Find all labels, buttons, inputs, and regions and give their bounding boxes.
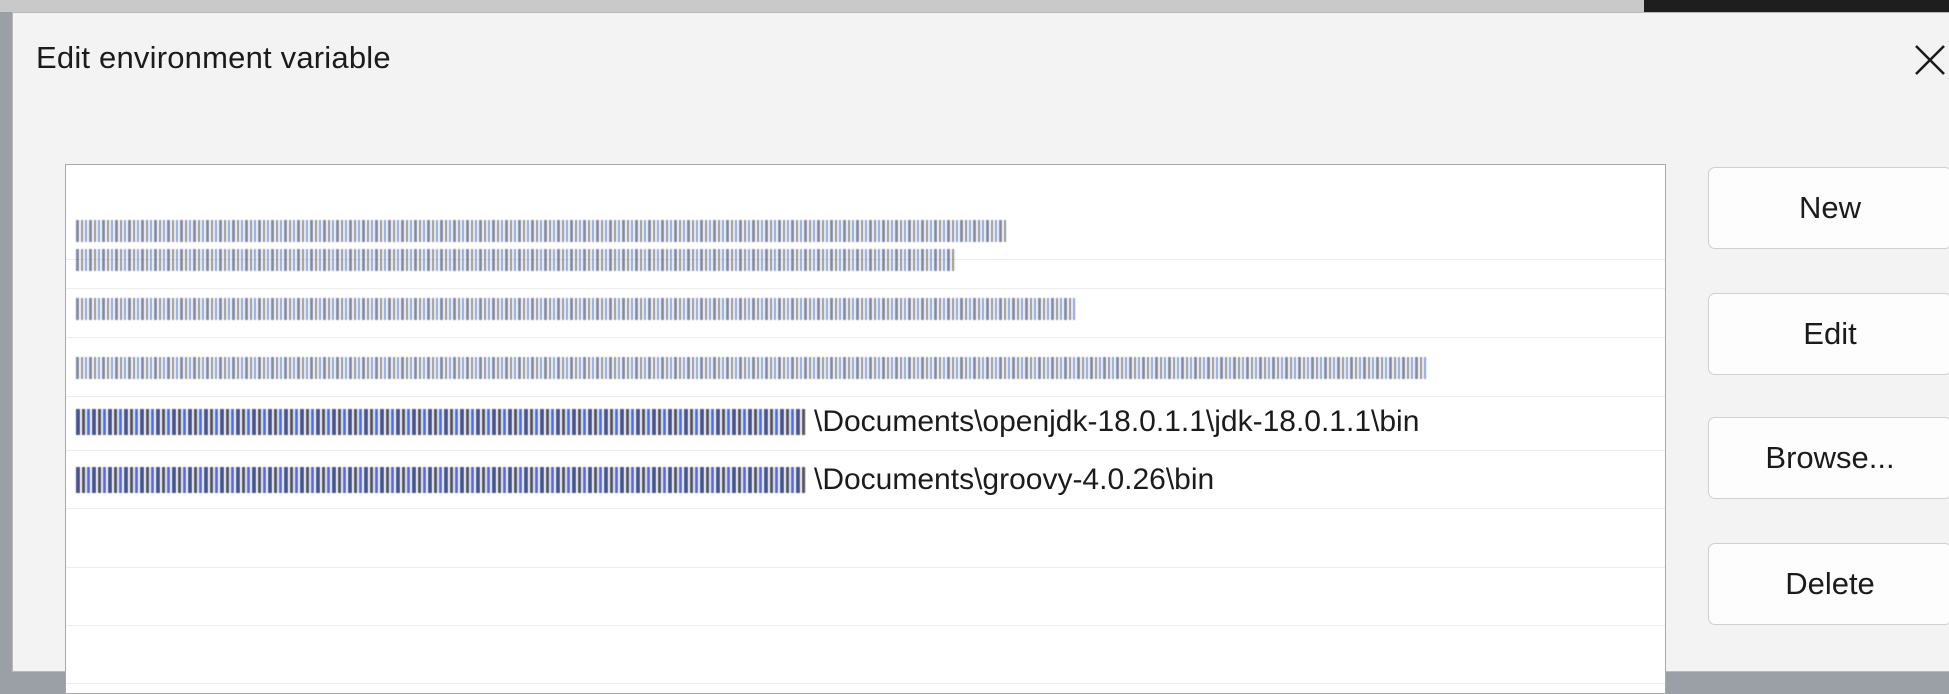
- path-entries-list[interactable]: \Documents\openjdk-18.0.1.1\jdk-18.0.1.1…: [65, 164, 1666, 694]
- edit-button[interactable]: Edit: [1708, 293, 1949, 375]
- redacted-path-prefix: [76, 248, 956, 271]
- path-entry-row[interactable]: [66, 339, 1665, 397]
- redacted-path-prefix: [76, 408, 806, 435]
- new-button[interactable]: New: [1708, 167, 1949, 249]
- close-icon: [1915, 45, 1945, 75]
- redacted-path-prefix: [76, 466, 806, 493]
- edit-environment-variable-dialog: Edit environment variable \Documents\ope…: [12, 12, 1949, 694]
- close-button[interactable]: [1905, 35, 1949, 85]
- path-entry-row[interactable]: [66, 568, 1665, 626]
- dialog-title: Edit environment variable: [36, 40, 391, 75]
- redacted-path-prefix: [76, 297, 1076, 320]
- redacted-path-prefix: [76, 356, 1426, 379]
- path-entry-row[interactable]: \Documents\groovy-4.0.26\bin: [66, 451, 1665, 509]
- path-entry-text: \Documents\openjdk-18.0.1.1\jdk-18.0.1.1…: [814, 404, 1420, 438]
- browse-button[interactable]: Browse...: [1708, 417, 1949, 499]
- path-entry-row[interactable]: [66, 510, 1665, 568]
- path-entry-row[interactable]: [66, 280, 1665, 338]
- path-entry-row[interactable]: [66, 626, 1665, 684]
- path-entry-row[interactable]: \Documents\openjdk-18.0.1.1\jdk-18.0.1.1…: [66, 393, 1665, 451]
- path-entry-text: \Documents\groovy-4.0.26\bin: [814, 462, 1215, 496]
- delete-button[interactable]: Delete: [1708, 543, 1949, 625]
